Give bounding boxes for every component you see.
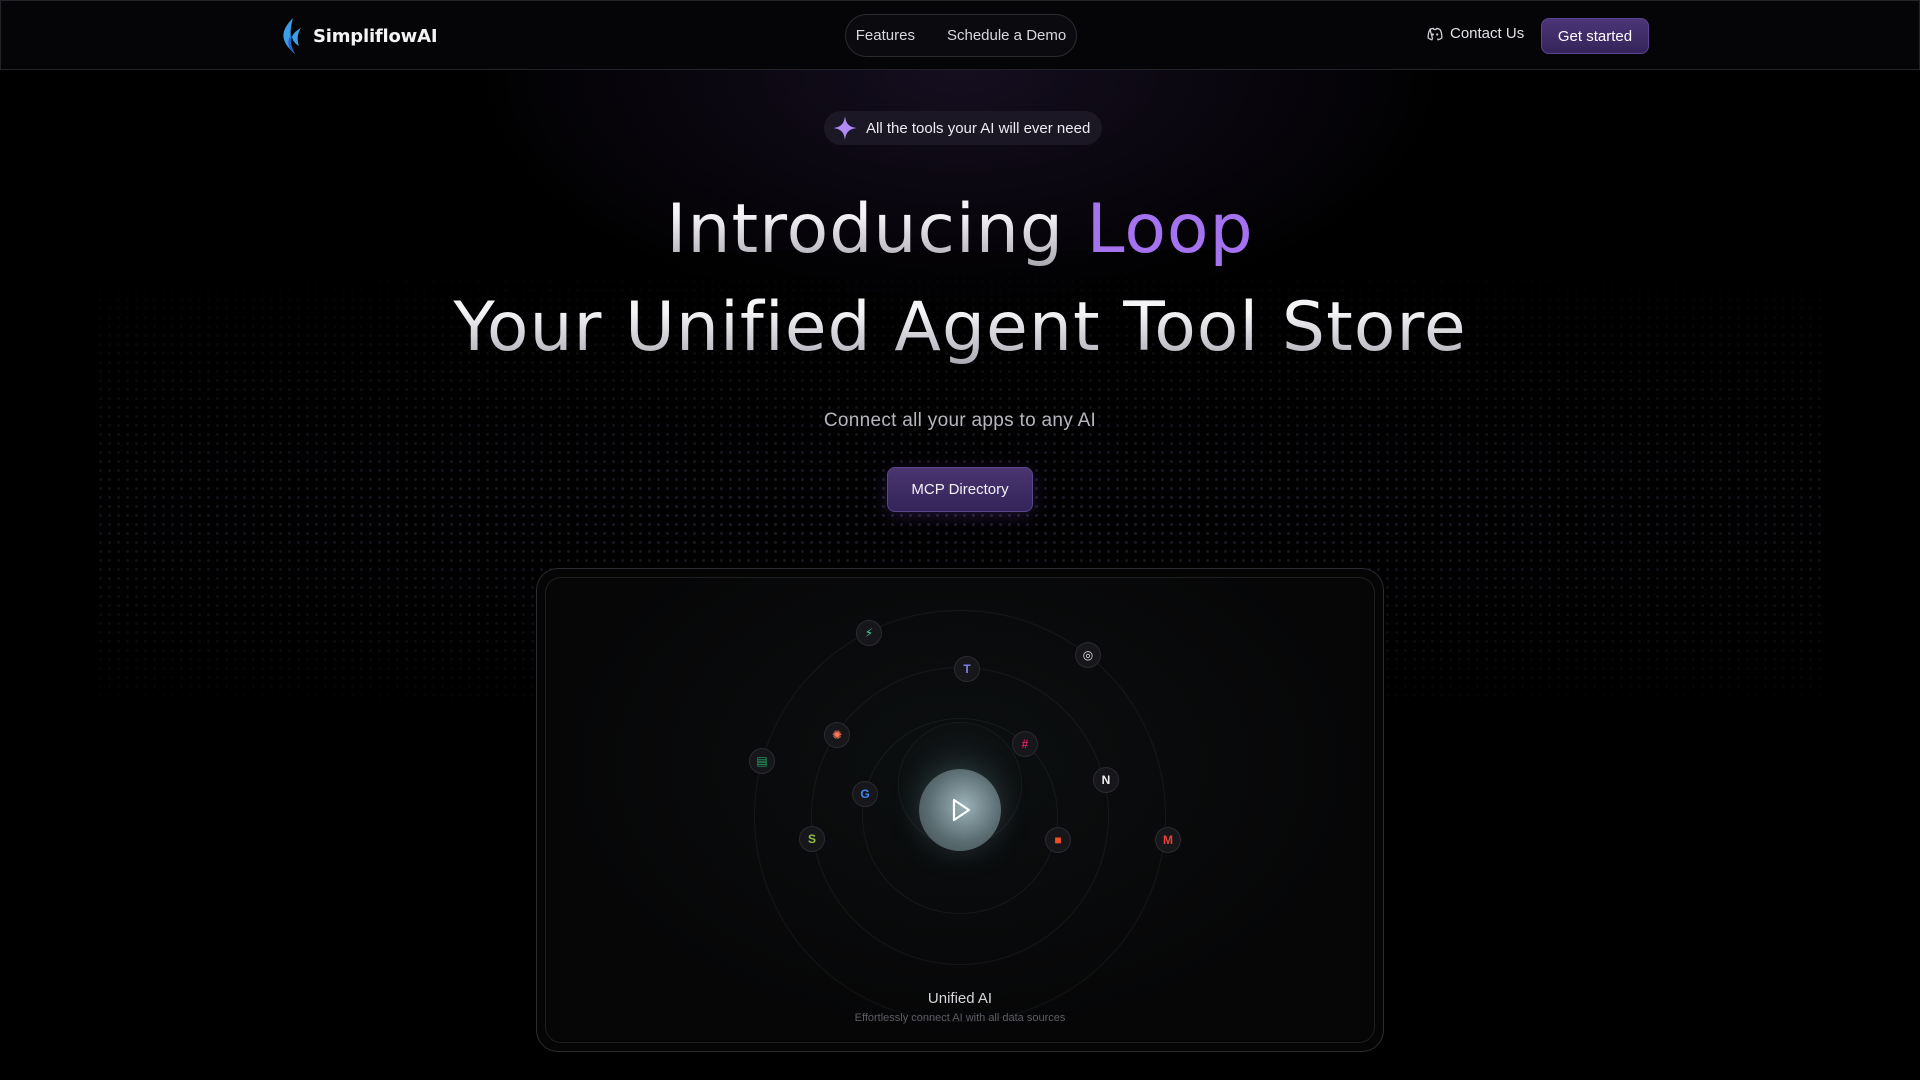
notion-icon[interactable]: N (1093, 767, 1119, 793)
hero-title: Introducing Loop (0, 190, 1920, 269)
mcp-directory-button[interactable]: MCP Directory (887, 467, 1033, 512)
nav-menu: Features Schedule a Demo (845, 14, 1077, 57)
get-started-button[interactable]: Get started (1541, 18, 1649, 54)
hero-title-accent: Loop (1086, 190, 1254, 269)
discord-icon (1427, 27, 1443, 41)
teams-icon[interactable]: T (954, 656, 980, 682)
supabase-icon[interactable]: ⚡ (856, 620, 882, 646)
play-icon (952, 798, 971, 822)
flame-logo-icon (283, 18, 301, 54)
microsoft-icon[interactable]: ■ (1045, 827, 1071, 853)
sheets-icon[interactable]: ▤ (749, 748, 775, 774)
gmail-icon[interactable]: M (1155, 827, 1181, 853)
hero-title-line2: Your Unified Agent Tool Store (0, 288, 1920, 367)
navbar: SimpliflowAI Features Schedule a Demo Co… (0, 0, 1920, 70)
hero-badge-text: All the tools your AI will ever need (866, 119, 1091, 137)
contact-us-link[interactable]: Contact Us (1427, 25, 1524, 42)
card-subtitle: Effortlessly connect AI with all data so… (854, 1012, 1066, 1024)
contact-us-label: Contact Us (1450, 25, 1525, 42)
card-title: Unified AI (927, 990, 993, 1007)
brand[interactable]: SimpliflowAI (279, 16, 438, 56)
brand-name: SimpliflowAI (313, 25, 438, 47)
google-icon[interactable]: G (852, 781, 878, 807)
github-icon[interactable]: ◎ (1075, 642, 1101, 668)
shopify-icon[interactable]: S (799, 826, 825, 852)
hero-badge: All the tools your AI will ever need (824, 111, 1103, 145)
play-button[interactable] (919, 769, 1001, 851)
hero-title-prefix: Introducing (666, 190, 1087, 269)
sparkle-icon (833, 116, 857, 140)
hero-subtitle: Connect all your apps to any AI (823, 410, 1097, 431)
slack-icon[interactable]: # (1012, 731, 1038, 757)
nav-link-schedule-demo[interactable]: Schedule a Demo (947, 27, 1066, 44)
hero-title-line2-text: Your Unified Agent Tool Store (453, 288, 1467, 367)
nav-link-features[interactable]: Features (856, 27, 915, 44)
hubspot-icon[interactable]: ✺ (824, 722, 850, 748)
